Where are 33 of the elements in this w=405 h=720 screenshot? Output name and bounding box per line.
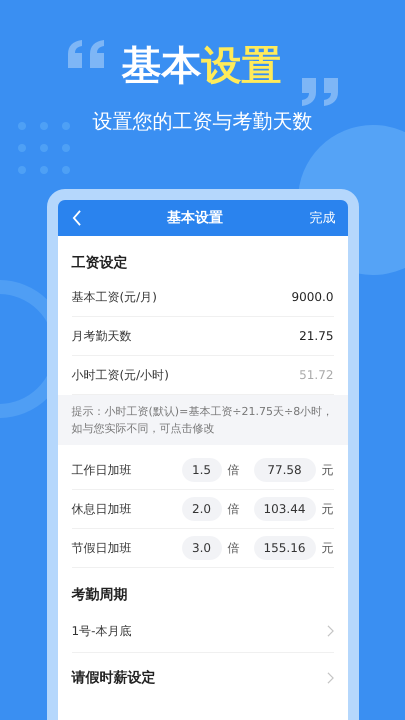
row-label: 月考勤天数 [72,328,132,344]
row-label[interactable]: 1号-本月底 [72,622,132,640]
nav-title: 基本设置 [167,209,223,227]
rate-field[interactable]: 2.0 [182,497,222,521]
amount-field[interactable]: 77.58 [254,458,316,482]
section-heading[interactable]: 请假时薪设定 [72,669,156,687]
unit-text: 元 [322,462,334,478]
amount-field[interactable]: 103.44 [254,497,316,521]
rate-field[interactable]: 1.5 [182,458,222,482]
subtitle: 设置您的工资与考勤天数 [92,108,312,135]
row-value[interactable]: 9000.0 [292,290,334,304]
headline-text: 设置 [202,43,282,89]
unit-text: 元 [322,500,334,518]
unit-text: 倍 [228,462,240,478]
section-heading: 考勤周期 [70,586,128,605]
unit-text: 元 [322,540,334,556]
row-label: 节假日加班 [72,540,132,556]
chevron-right-icon [326,625,334,637]
amount-field[interactable]: 155.16 [254,536,316,560]
hint-text: 提示：小时工资(默认)=基本工资÷21.75天÷8小时，如与您实际不同，可点击修改 [58,395,348,445]
unit-text: 倍 [228,500,240,518]
back-icon[interactable] [72,210,80,226]
row-label: 基本工资(元/月) [72,288,157,306]
row-label: 小时工资(元/小时) [72,366,169,384]
unit-text: 倍 [228,540,240,556]
rate-field[interactable]: 3.0 [182,536,222,560]
row-value[interactable]: 21.75 [299,329,334,343]
chevron-right-icon [326,672,334,684]
headline-text: 基本 [122,43,202,89]
row-label: 休息日加班 [72,500,132,518]
section-heading: 工资设定 [70,254,128,273]
done-button[interactable]: 完成 [310,209,336,227]
row-label: 工作日加班 [72,462,132,478]
